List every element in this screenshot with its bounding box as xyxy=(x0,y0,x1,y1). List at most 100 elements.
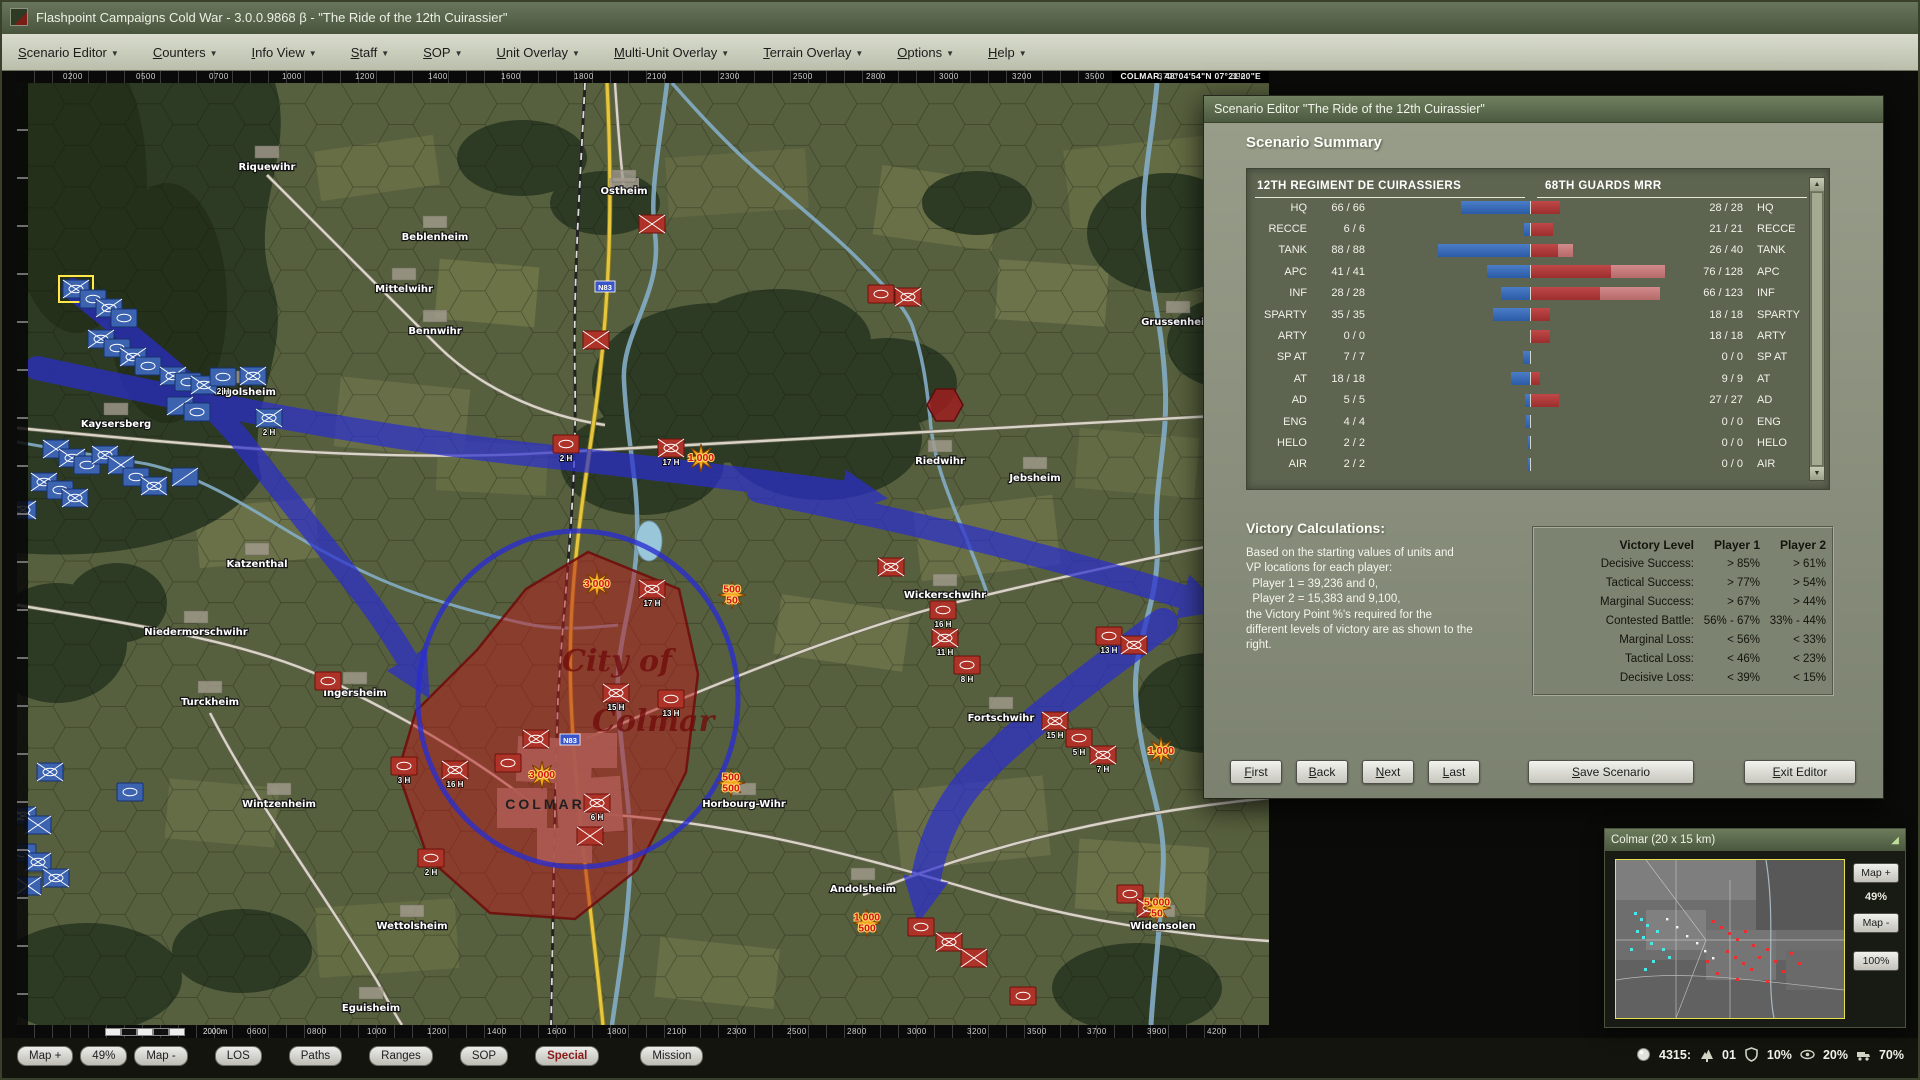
svg-text:16 H: 16 H xyxy=(935,620,952,629)
blue-unit-counter[interactable] xyxy=(25,816,51,834)
victory-cell: Decisive Loss: xyxy=(1544,672,1694,684)
next-button[interactable]: Next xyxy=(1362,760,1414,784)
unit-row: RECCE6 / 621 / 21RECCE xyxy=(1255,218,1807,239)
victory-cell: > 61% xyxy=(1760,558,1826,570)
menu-counters[interactable]: Counters▼ xyxy=(153,45,218,60)
editor-title-bar[interactable]: Scenario Editor "The Ride of the 12th Cu… xyxy=(1204,96,1883,123)
battle-map[interactable]: COLMAR, 48°04'54"N 07°21'20"E 0200050007… xyxy=(17,70,1269,1038)
blue-unit-counter[interactable] xyxy=(25,853,51,871)
ruler-label: 1000 xyxy=(367,1027,387,1036)
red-unit-counter[interactable] xyxy=(577,827,603,845)
blue-unit-counter[interactable] xyxy=(135,357,161,375)
right-strength-bar xyxy=(1531,201,1687,214)
scroll-down-icon[interactable]: ▼ xyxy=(1810,467,1824,480)
toolbar-los-button[interactable]: LOS xyxy=(215,1046,262,1066)
right-strength-value: 28 / 28 xyxy=(1687,202,1749,214)
blue-unit-counter[interactable] xyxy=(141,477,167,495)
menu-bar: Scenario Editor▼ Counters▼ Info View▼ Staff… xyxy=(0,34,1920,71)
unit-summary-table: 12TH REGIMENT DE CUIRASSIERS 68TH GUARDS… xyxy=(1246,168,1830,490)
unit-type-label: SPARTY xyxy=(1255,309,1313,321)
red-unit-counter[interactable] xyxy=(315,672,341,690)
unit-table-scrollbar[interactable]: ▲ ▼ xyxy=(1809,177,1825,481)
svg-text:1 000: 1 000 xyxy=(1148,745,1174,757)
town-label: Horbourg-Wihr xyxy=(702,799,786,810)
red-unit-counter[interactable] xyxy=(583,331,609,349)
menu-scenario-editor[interactable]: Scenario Editor▼ xyxy=(18,45,119,60)
blue-unit-counter[interactable] xyxy=(184,403,210,421)
save-scenario-button[interactable]: Save Scenario xyxy=(1528,760,1694,784)
red-unit-counter[interactable] xyxy=(495,754,521,772)
menu-terrain-overlay[interactable]: Terrain Overlay▼ xyxy=(763,45,863,60)
menu-multi-unit-overlay[interactable]: Multi-Unit Overlay▼ xyxy=(614,45,729,60)
town-label: Bennwihr xyxy=(408,326,461,337)
ruler-label: 3500 xyxy=(1027,1027,1047,1036)
minimap-zoom-out-button[interactable]: Map - xyxy=(1853,913,1899,933)
map-toolbar: Map + 49% Map - LOS Paths Ranges SOP Special Mis… xyxy=(17,1044,730,1068)
victory-cell: < 15% xyxy=(1760,672,1826,684)
toolbar-special-button[interactable]: Special xyxy=(535,1046,599,1066)
ruler-label: 1800 xyxy=(574,72,594,81)
toolbar-paths-button[interactable]: Paths xyxy=(289,1046,342,1066)
minimap-thumbnail[interactable] xyxy=(1615,859,1845,1019)
blue-unit-counter[interactable] xyxy=(240,367,266,385)
blue-bar xyxy=(1523,351,1530,364)
minimap-zoom-in-button[interactable]: Map + xyxy=(1853,863,1899,883)
toolbar-map--button[interactable]: Map + xyxy=(17,1046,73,1066)
scroll-thumb[interactable] xyxy=(1811,192,1823,466)
victory-cell: < 56% xyxy=(1694,634,1760,646)
back-button[interactable]: Back xyxy=(1296,760,1348,784)
red-unit-counter[interactable] xyxy=(908,918,934,936)
ruler-label: 0700 xyxy=(209,72,229,81)
toolbar-map--button[interactable]: Map - xyxy=(134,1046,187,1066)
blue-unit-counter[interactable] xyxy=(117,783,143,801)
toolbar-sop-button[interactable]: SOP xyxy=(460,1046,508,1066)
blue-unit-counter[interactable] xyxy=(43,869,69,887)
menu-help[interactable]: Help▼ xyxy=(988,45,1027,60)
svg-text:5 H: 5 H xyxy=(1073,748,1086,757)
svg-text:N83: N83 xyxy=(598,283,612,292)
menu-unit-overlay[interactable]: Unit Overlay▼ xyxy=(497,45,580,60)
ruler-label: 1600 xyxy=(501,72,521,81)
toolbar-49--button[interactable]: 49% xyxy=(80,1046,127,1066)
toolbar-group: Ranges xyxy=(369,1046,440,1066)
menu-info-view[interactable]: Info View▼ xyxy=(252,45,317,60)
victory-text-line: the Victory Point %'s required for the xyxy=(1246,608,1528,623)
unit-type-label: SPARTY xyxy=(1749,309,1807,321)
chevron-down-icon: ▼ xyxy=(1019,49,1027,58)
minimap-title-bar[interactable]: Colmar (20 x 15 km) ◢ xyxy=(1605,829,1905,851)
exit-editor-button[interactable]: Exit Editor xyxy=(1744,760,1856,784)
red-unit-counter[interactable] xyxy=(878,558,904,576)
blue-bar xyxy=(1438,244,1530,257)
red-unit-counter[interactable] xyxy=(639,215,665,233)
map-canvas[interactable]: City ofColmar N83N83 RiquewihrOstheimBeb… xyxy=(17,83,1269,1025)
red-unit-counter[interactable] xyxy=(1010,987,1036,1005)
red-unit-counter[interactable] xyxy=(895,288,921,306)
last-button[interactable]: Last xyxy=(1428,760,1480,784)
minimap-full-zoom-button[interactable]: 100% xyxy=(1853,951,1899,971)
red-unit-counter[interactable] xyxy=(523,730,549,748)
blue-unit-counter[interactable] xyxy=(62,489,88,507)
blue-unit-counter[interactable] xyxy=(37,763,63,781)
toolbar-mission-button[interactable]: Mission xyxy=(640,1046,703,1066)
toolbar-ranges-button[interactable]: Ranges xyxy=(369,1046,433,1066)
first-button[interactable]: First xyxy=(1230,760,1282,784)
unit-type-label: RECCE xyxy=(1255,223,1313,235)
blue-bar xyxy=(1526,415,1530,428)
window-title: Flashpoint Campaigns Cold War - 3.0.0.98… xyxy=(36,10,507,25)
menu-staff[interactable]: Staff▼ xyxy=(351,45,389,60)
right-strength-value: 26 / 40 xyxy=(1687,244,1749,256)
unit-type-label: HQ xyxy=(1749,202,1807,214)
red-unit-counter[interactable] xyxy=(868,285,894,303)
chevron-down-icon: ▼ xyxy=(210,49,218,58)
unit-type-label: HQ xyxy=(1255,202,1313,214)
red-unit-counter[interactable] xyxy=(1121,636,1147,654)
scroll-up-icon[interactable]: ▲ xyxy=(1810,178,1824,191)
blue-unit-counter[interactable] xyxy=(111,309,137,327)
blue-unit-counter[interactable] xyxy=(172,468,198,486)
resize-icon[interactable]: ◢ xyxy=(1891,835,1899,846)
right-strength-bar xyxy=(1531,244,1687,257)
red-unit-counter[interactable] xyxy=(936,933,962,951)
red-unit-counter[interactable] xyxy=(961,949,987,967)
menu-sop[interactable]: SOP▼ xyxy=(423,45,462,60)
menu-options[interactable]: Options▼ xyxy=(897,45,954,60)
